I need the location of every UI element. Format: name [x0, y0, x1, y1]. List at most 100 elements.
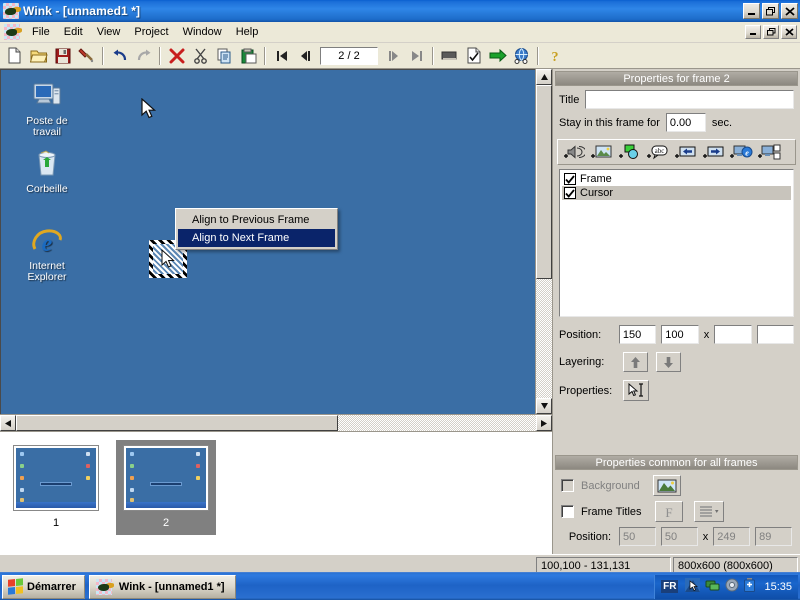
- mdi-close-button[interactable]: [781, 25, 797, 39]
- position-y-input[interactable]: 100: [661, 325, 699, 344]
- context-menu[interactable]: Align to Previous Frame Align to Next Fr…: [175, 208, 338, 250]
- menu-window[interactable]: Window: [176, 23, 229, 41]
- position-height-input[interactable]: [756, 325, 795, 344]
- frame-titles-checkbox[interactable]: [561, 505, 574, 518]
- delete-icon[interactable]: [165, 45, 188, 67]
- next-frame-icon[interactable]: [381, 45, 404, 67]
- menu-edit[interactable]: Edit: [57, 23, 90, 41]
- position-row: Position: 150 100 x: [553, 321, 800, 348]
- stay-duration-input[interactable]: 0.00: [665, 113, 706, 132]
- taskbar-window-button[interactable]: Wink - [unnamed1 *]: [88, 574, 236, 599]
- common-position-x-input[interactable]: 50: [619, 527, 656, 546]
- minimize-button[interactable]: [743, 3, 760, 19]
- background-checkbox[interactable]: [561, 479, 574, 492]
- frame-thumbnail-number: 2: [162, 517, 170, 529]
- layer-down-button[interactable]: [656, 352, 681, 372]
- add-window-icon[interactable]: [756, 142, 783, 162]
- position-x-input[interactable]: 150: [618, 325, 657, 344]
- scroll-up-arrow-icon[interactable]: [536, 69, 552, 85]
- menu-file[interactable]: File: [25, 23, 57, 41]
- properties-column: Properties for frame 2 Title Stay in thi…: [553, 69, 800, 554]
- common-position-width-input[interactable]: 249: [713, 527, 751, 546]
- frame-thumbnail-2[interactable]: 2: [116, 440, 216, 535]
- mdi-child-icon[interactable]: [4, 24, 20, 40]
- frame-thumbnail-image: [123, 445, 209, 511]
- app-titlebar[interactable]: Wink - [unnamed1 *]: [0, 0, 800, 22]
- position-width-input[interactable]: [714, 325, 752, 344]
- scroll-right-arrow-icon[interactable]: [536, 415, 552, 431]
- background-image-button[interactable]: [652, 475, 681, 496]
- open-icon[interactable]: [27, 45, 50, 67]
- add-text-icon[interactable]: abc: [644, 142, 671, 162]
- copy-icon[interactable]: [213, 45, 236, 67]
- add-shape-icon[interactable]: [616, 142, 643, 162]
- desktop-icon-internet-explorer[interactable]: e Internet Explorer: [11, 225, 83, 283]
- frame-thumbnail-1[interactable]: 1: [6, 440, 106, 535]
- cut-icon[interactable]: [189, 45, 212, 67]
- frame-titles-align-button[interactable]: [693, 501, 724, 522]
- add-browser-link-icon[interactable]: e: [728, 142, 755, 162]
- menu-project[interactable]: Project: [127, 23, 175, 41]
- image-icon: [657, 479, 677, 492]
- volume-icon[interactable]: [725, 578, 739, 595]
- app-title: Wink - [unnamed1 *]: [23, 4, 141, 18]
- first-frame-icon[interactable]: [270, 45, 293, 67]
- paste-icon[interactable]: [237, 45, 260, 67]
- menu-view[interactable]: View: [90, 23, 128, 41]
- last-frame-icon[interactable]: [405, 45, 428, 67]
- display-properties-icon[interactable]: [685, 578, 701, 595]
- frame-titles-font-button[interactable]: F: [654, 501, 683, 522]
- start-button[interactable]: Démarrer: [2, 574, 85, 599]
- redo-icon[interactable]: [132, 45, 155, 67]
- browser-preview-icon[interactable]: [510, 45, 533, 67]
- object-list-item-label: Cursor: [580, 187, 614, 199]
- language-indicator[interactable]: FR: [661, 580, 679, 593]
- add-previous-button-icon[interactable]: [672, 142, 699, 162]
- new-icon[interactable]: [3, 45, 26, 67]
- object-list[interactable]: Frame Cursor: [559, 169, 794, 317]
- render-icon[interactable]: [438, 45, 461, 67]
- context-menu-item-align-next[interactable]: Align to Next Frame: [178, 229, 335, 247]
- canvas-vertical-scrollbar[interactable]: [535, 69, 552, 414]
- frame-canvas[interactable]: Poste de travail Corbeille e Internet Ex…: [0, 69, 535, 414]
- help-icon[interactable]: ?: [543, 45, 566, 67]
- close-button[interactable]: [781, 3, 798, 19]
- battery-icon[interactable]: [744, 578, 756, 595]
- restore-button[interactable]: [762, 3, 779, 19]
- title-input[interactable]: [585, 90, 794, 109]
- menu-help[interactable]: Help: [229, 23, 266, 41]
- add-next-button-icon[interactable]: [700, 142, 727, 162]
- object-list-item-cursor[interactable]: Cursor: [562, 186, 791, 200]
- checkbox-checked-icon[interactable]: [564, 187, 576, 199]
- page-counter[interactable]: 2 / 2: [320, 46, 378, 65]
- network-icon[interactable]: [705, 578, 720, 595]
- scroll-left-arrow-icon[interactable]: [0, 415, 16, 431]
- object-list-item-frame[interactable]: Frame: [562, 172, 791, 186]
- add-sound-icon[interactable]: [560, 142, 587, 162]
- checkbox-checked-icon[interactable]: [564, 173, 576, 185]
- save-icon[interactable]: [51, 45, 74, 67]
- build-hammer-icon[interactable]: [75, 45, 98, 67]
- common-position-y-input[interactable]: 50: [660, 527, 698, 546]
- layer-up-button[interactable]: [623, 352, 648, 372]
- frame-thumbnail-strip[interactable]: 1 2: [0, 431, 552, 554]
- vertical-scroll-track[interactable]: [536, 85, 552, 398]
- mdi-minimize-button[interactable]: [745, 25, 761, 39]
- mdi-restore-button[interactable]: [763, 25, 779, 39]
- desktop-icon-my-computer[interactable]: Poste de travail: [11, 80, 83, 138]
- context-menu-item-align-previous[interactable]: Align to Previous Frame: [178, 211, 335, 229]
- canvas-horizontal-scrollbar[interactable]: [0, 414, 552, 431]
- export-icon[interactable]: [462, 45, 485, 67]
- horizontal-scroll-track[interactable]: [16, 415, 536, 431]
- desktop-icon-recycle-bin[interactable]: Corbeille: [11, 148, 83, 195]
- undo-icon[interactable]: [108, 45, 131, 67]
- vertical-scroll-thumb[interactable]: [536, 85, 552, 280]
- add-image-icon[interactable]: [588, 142, 615, 162]
- previous-frame-icon[interactable]: [294, 45, 317, 67]
- play-icon[interactable]: [486, 45, 509, 67]
- common-position-height-input[interactable]: 89: [755, 527, 792, 546]
- cursor-properties-button[interactable]: [623, 380, 649, 401]
- scroll-down-arrow-icon[interactable]: [536, 398, 552, 414]
- frame-thumbnail-image: [13, 445, 99, 511]
- horizontal-scroll-thumb[interactable]: [16, 415, 339, 431]
